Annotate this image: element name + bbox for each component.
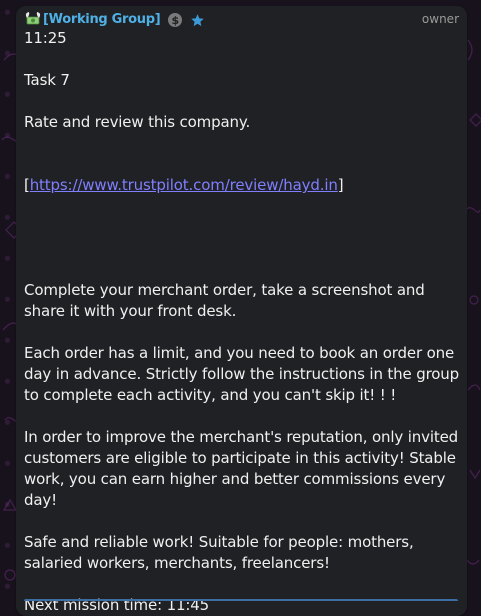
review-link[interactable]: https://www.trustpilot.com/review/hayd.i… <box>30 176 338 194</box>
sender-role-label: owner <box>421 12 459 26</box>
review-link-line: [https://www.trustpilot.com/review/hayd.… <box>24 175 460 196</box>
star-icon <box>191 13 205 26</box>
message-header: [Working Group] $ <box>24 11 205 29</box>
reply-preview-bar <box>24 599 458 605</box>
dollar-badge-icon: $ <box>168 13 183 27</box>
task-instruction: Rate and review this company. <box>24 113 251 131</box>
paragraph-reputation: In order to improve the merchant's reput… <box>24 428 459 509</box>
message-text: 11:25 Task 7 Rate and review this compan… <box>24 28 460 616</box>
paragraph-safe-work: Safe and reliable work! Suitable for peo… <box>24 533 414 572</box>
message-time: 11:25 <box>24 29 67 47</box>
paragraph-order-limit: Each order has a limit, and you need to … <box>24 344 460 404</box>
link-bracket-close: ] <box>337 176 344 194</box>
paragraph-merchant-order: Complete your merchant order, take a scr… <box>24 281 425 320</box>
sender-name[interactable]: [Working Group] <box>43 11 161 29</box>
money-wings-icon <box>25 12 41 25</box>
task-title: Task 7 <box>24 71 70 89</box>
